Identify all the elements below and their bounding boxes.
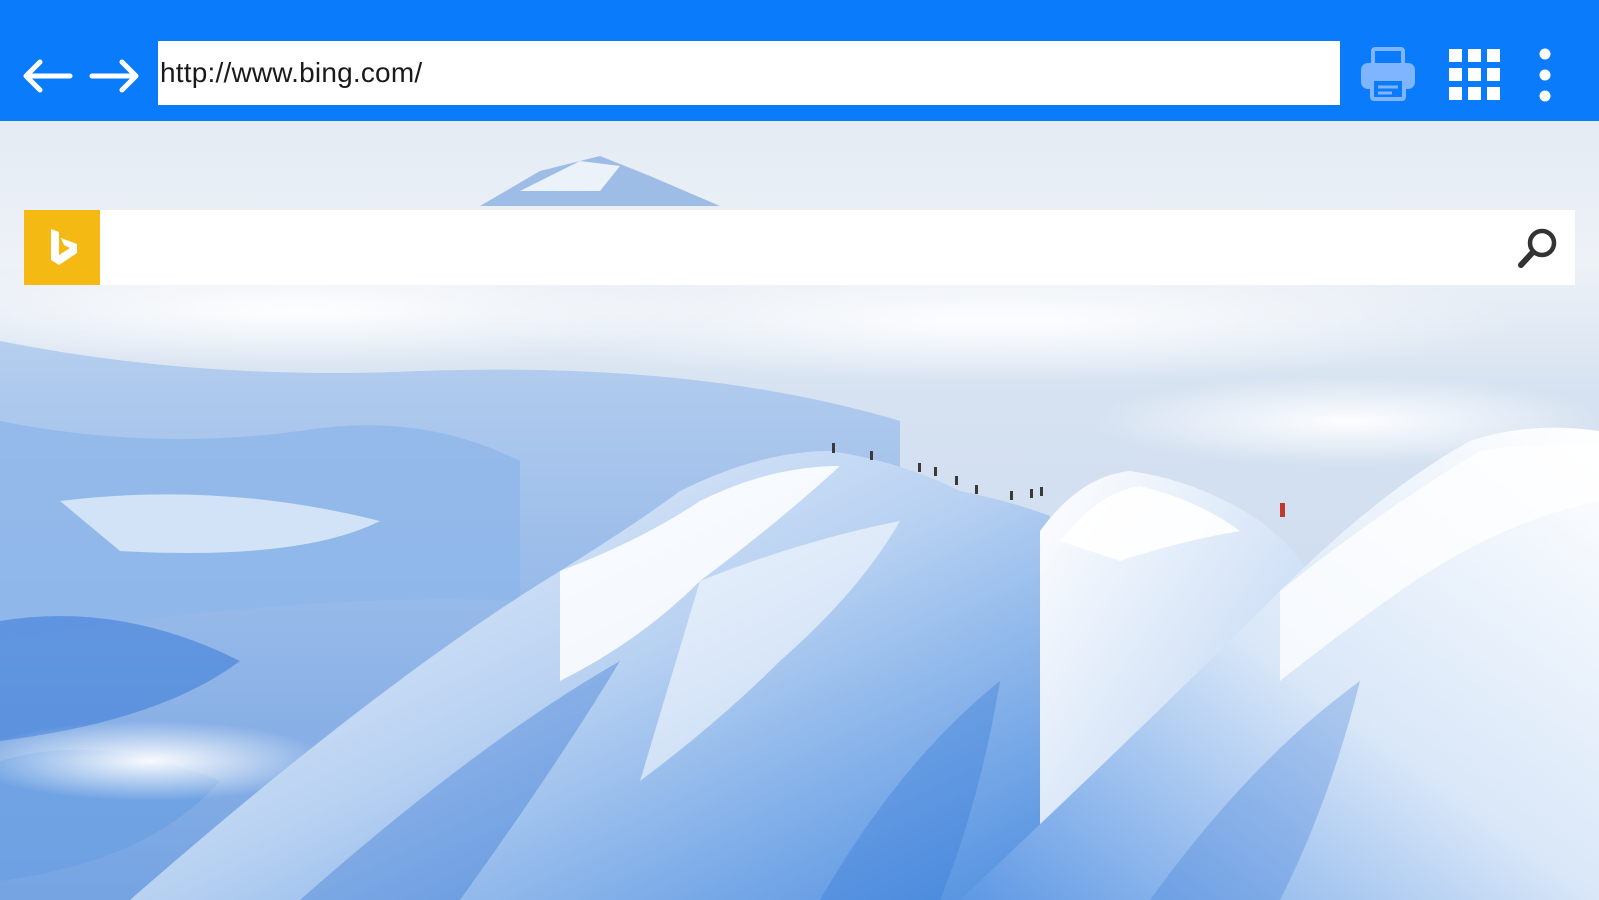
- bing-logo-icon: [51, 228, 77, 265]
- arrow-left-icon: [23, 59, 73, 93]
- kebab-menu-icon: [1539, 48, 1551, 102]
- address-url: http://www.bing.com/: [160, 57, 423, 88]
- more-menu-button[interactable]: [1530, 42, 1560, 108]
- bing-logo[interactable]: [24, 210, 100, 285]
- forward-button[interactable]: [86, 46, 146, 106]
- search-button[interactable]: [1501, 210, 1575, 285]
- search-icon: [1518, 228, 1557, 268]
- search-input[interactable]: [100, 210, 1501, 285]
- arrow-right-icon: [89, 59, 139, 93]
- bing-search-box: [24, 210, 1575, 285]
- print-button[interactable]: [1355, 42, 1421, 108]
- browser-toolbar: http://www.bing.com/: [0, 0, 1599, 121]
- back-button[interactable]: [16, 46, 76, 106]
- printer-icon: [1361, 47, 1415, 101]
- page-content: [0, 121, 1599, 900]
- browser-window: http://www.bing.com/: [0, 0, 1599, 900]
- address-bar[interactable]: http://www.bing.com/: [158, 41, 1340, 105]
- grid-icon: [1449, 49, 1500, 100]
- apps-button[interactable]: [1445, 42, 1505, 108]
